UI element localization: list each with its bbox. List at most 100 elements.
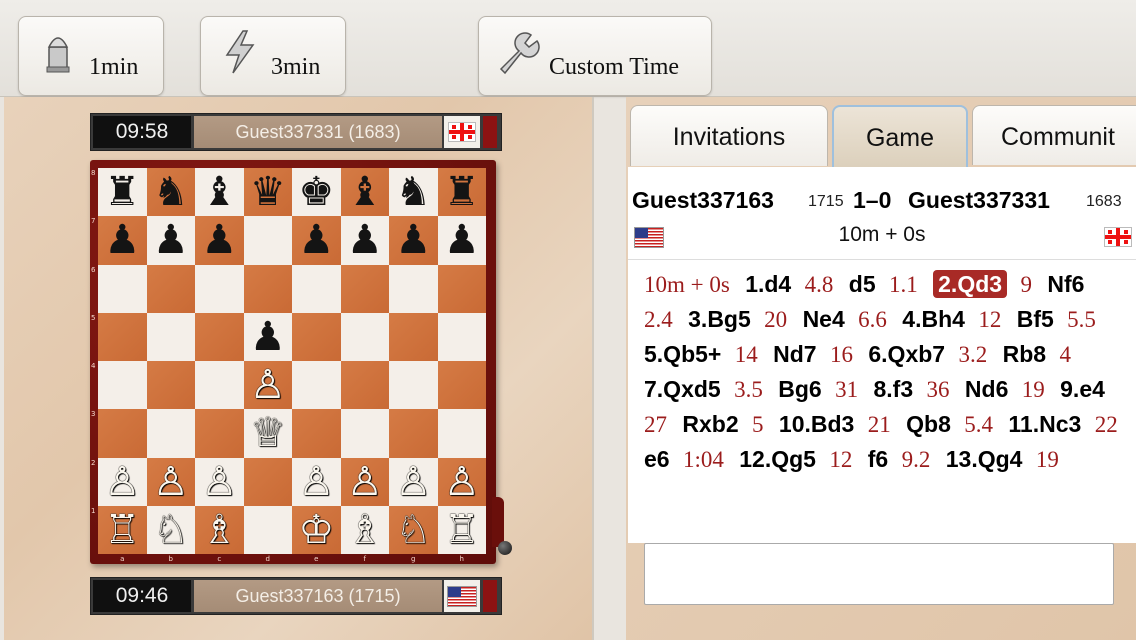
board-square[interactable]: 2 ♙ (91, 457, 147, 506)
tab-game[interactable]: Game (832, 105, 968, 167)
move[interactable]: 3.Bg5 (688, 306, 751, 332)
board-square[interactable] (243, 264, 292, 313)
move[interactable]: Bg6 (778, 376, 821, 402)
board-square[interactable]: ♙ (292, 457, 341, 506)
board-square[interactable]: 5 (91, 312, 147, 361)
board-square[interactable] (146, 409, 195, 458)
board-square[interactable]: ♟ (437, 216, 486, 265)
board-square[interactable]: 4 (91, 361, 147, 410)
white-piece[interactable]: ♙ (298, 462, 334, 502)
board-square[interactable]: ♕ (243, 409, 292, 458)
white-piece[interactable]: ♙ (250, 365, 286, 405)
board-square[interactable] (437, 264, 486, 313)
board-square[interactable] (292, 264, 341, 313)
move[interactable]: 6.Qxb7 (868, 341, 945, 367)
black-piece[interactable]: ♜ (444, 172, 480, 212)
black-piece[interactable]: ♟ (347, 220, 383, 260)
move[interactable]: Nd6 (965, 376, 1008, 402)
board-square[interactable]: ♟ (146, 216, 195, 265)
board-square[interactable] (340, 312, 389, 361)
move[interactable]: Nf6 (1047, 271, 1084, 297)
white-piece[interactable]: ♘ (153, 510, 189, 550)
board-square[interactable] (243, 216, 292, 265)
black-piece[interactable]: ♝ (201, 172, 237, 212)
white-piece[interactable]: ♙ (444, 462, 480, 502)
board-square[interactable] (437, 312, 486, 361)
black-piece[interactable]: ♞ (153, 172, 189, 212)
board-square[interactable]: h ♖ (437, 505, 486, 563)
move[interactable]: Qb8 (906, 411, 951, 437)
board-square[interactable] (389, 361, 438, 410)
move[interactable]: 12.Qg5 (739, 446, 816, 472)
board-square[interactable]: ♟ (389, 216, 438, 265)
board-square[interactable]: ♙ (437, 457, 486, 506)
board-square[interactable]: f ♗ (340, 505, 389, 563)
board-square[interactable]: ♙ (389, 457, 438, 506)
white-piece[interactable]: ♔ (298, 510, 334, 550)
board-square[interactable] (243, 457, 292, 506)
black-piece[interactable]: ♟ (153, 220, 189, 260)
board-square[interactable] (195, 361, 244, 410)
white-piece[interactable]: ♙ (104, 462, 140, 502)
move[interactable]: 5.Qb5+ (644, 341, 721, 367)
board-square[interactable] (340, 361, 389, 410)
current-move[interactable]: 2.Qd3 (933, 270, 1008, 298)
board-square[interactable]: g ♘ (389, 505, 438, 563)
board-square[interactable]: b ♘ (146, 505, 195, 563)
move[interactable]: Rb8 (1003, 341, 1046, 367)
board-square[interactable] (146, 361, 195, 410)
black-piece[interactable]: ♛ (250, 172, 286, 212)
board-square[interactable]: ♜ (437, 168, 486, 217)
board-square[interactable] (195, 312, 244, 361)
black-piece[interactable]: ♟ (298, 220, 334, 260)
move[interactable]: 7.Qxd5 (644, 376, 721, 402)
board-square[interactable] (195, 409, 244, 458)
black-piece[interactable]: ♟ (104, 220, 140, 260)
black-piece[interactable]: ♟ (395, 220, 431, 260)
move[interactable]: 8.f3 (873, 376, 913, 402)
board-square[interactable]: c ♗ (195, 505, 244, 563)
board-square[interactable]: 1 a ♖ (91, 505, 147, 563)
board-square[interactable]: ♟ (243, 312, 292, 361)
board-square[interactable]: 3 (91, 409, 147, 458)
move[interactable]: 9.e4 (1060, 376, 1105, 402)
board-square[interactable]: ♙ (340, 457, 389, 506)
tab-community[interactable]: Communit (972, 105, 1136, 165)
move[interactable]: f6 (868, 446, 888, 472)
board-square[interactable] (292, 361, 341, 410)
custom-time-button[interactable]: Custom Time (478, 16, 712, 96)
white-piece[interactable]: ♖ (104, 510, 140, 550)
board-square[interactable]: ♞ (146, 168, 195, 217)
board-square[interactable]: d (243, 505, 292, 563)
board-square[interactable]: e ♔ (292, 505, 341, 563)
white-piece[interactable]: ♙ (201, 462, 237, 502)
board-square[interactable] (389, 409, 438, 458)
white-piece[interactable]: ♘ (395, 510, 431, 550)
board-knob-icon[interactable] (498, 541, 512, 555)
move[interactable]: 13.Qg4 (946, 446, 1023, 472)
board-square[interactable]: ♛ (243, 168, 292, 217)
move[interactable]: Nd7 (773, 341, 816, 367)
board-square[interactable]: 6 (91, 264, 147, 313)
white-piece[interactable]: ♗ (347, 510, 383, 550)
white-piece[interactable]: ♖ (444, 510, 480, 550)
black-piece[interactable]: ♚ (298, 172, 334, 212)
move[interactable]: e6 (644, 446, 670, 472)
board-square[interactable] (437, 409, 486, 458)
move-list[interactable]: 10m + 0s 1.d4 4.8 d5 1.1 2.Qd3 9 Nf6 2.4… (644, 267, 1128, 537)
move[interactable]: 10.Bd3 (779, 411, 854, 437)
board-square[interactable]: ♙ (195, 457, 244, 506)
chess-board[interactable]: 8 ♜ ♞ ♝ ♛ ♚ ♝ ♞ ♜ 7 ♟ ♟ ♟ ♟ ♟ ♟ ♟ 6 5 ♟ 4 ♙ 3 ♕ 2 ♙ ♙ ♙ ♙ ♙ ♙ ♙ 1 a ♖ b ♘ c ♗ d… (91, 168, 486, 563)
black-piece[interactable]: ♟ (250, 317, 286, 357)
board-square[interactable]: ♟ (292, 216, 341, 265)
move[interactable]: 1.d4 (745, 271, 791, 297)
board-square[interactable]: ♙ (243, 361, 292, 410)
board-square[interactable]: ♞ (389, 168, 438, 217)
board-side-tab[interactable] (492, 497, 504, 547)
move[interactable]: Rxb2 (682, 411, 738, 437)
white-piece[interactable]: ♕ (250, 413, 286, 453)
board-square[interactable] (389, 312, 438, 361)
board-square[interactable]: 8 ♜ (91, 168, 147, 217)
white-piece[interactable]: ♙ (395, 462, 431, 502)
board-square[interactable] (195, 264, 244, 313)
